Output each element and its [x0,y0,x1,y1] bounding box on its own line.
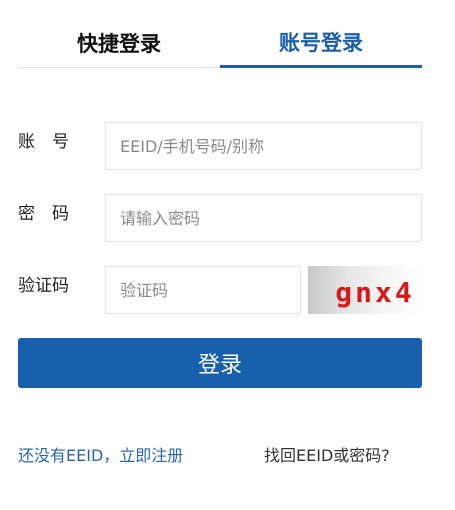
captcha-label: 验证码 [18,276,69,296]
login-tabs: 快捷登录 账号登录 [18,18,422,68]
account-row: 账 号 [18,122,422,170]
password-label: 密 码 [18,204,69,224]
captcha-image[interactable]: gnx4 [308,266,422,314]
account-label: 账 号 [18,132,69,152]
password-input[interactable] [105,194,422,242]
login-button[interactable]: 登录 [18,338,422,388]
register-link[interactable]: 还没有EEID，立即注册 [18,442,183,466]
tab-quick-login[interactable]: 快捷登录 [18,18,220,68]
account-input[interactable] [105,122,422,170]
captcha-text: gnx4 [335,275,415,309]
captcha-input[interactable] [105,266,301,314]
recover-link[interactable]: 找回EEID或密码? [264,442,390,466]
tab-account-login[interactable]: 账号登录 [220,18,422,68]
captcha-row: 验证码 gnx4 [18,266,422,314]
password-row: 密 码 [18,194,422,242]
